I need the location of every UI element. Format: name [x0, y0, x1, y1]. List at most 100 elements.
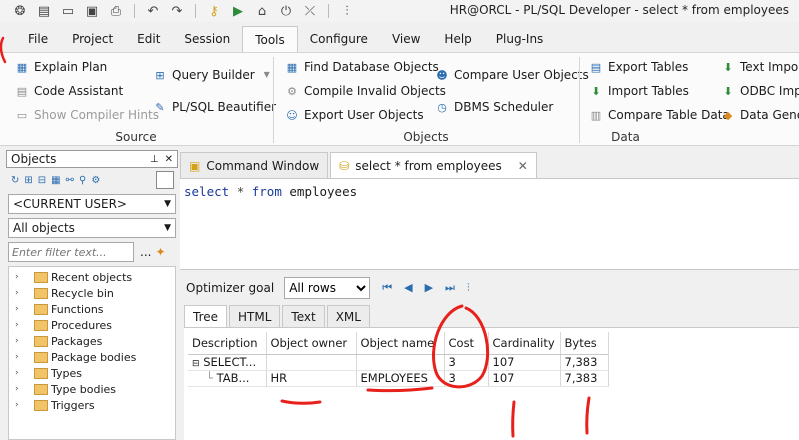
first-icon[interactable]: ⏮ — [382, 281, 392, 295]
previous-icon[interactable]: ◀ — [404, 281, 412, 295]
column-cardinality[interactable]: Cardinality — [488, 332, 561, 355]
column-object-name[interactable]: Object name — [356, 332, 445, 355]
tab-view[interactable]: View — [380, 26, 432, 52]
query-builder-icon: ⊞ — [155, 68, 165, 82]
export-user-icon: ☺ — [286, 108, 298, 122]
window-title: HR@ORCL - PL/SQL Developer - select * fr… — [449, 3, 789, 17]
sql-window-icon: ⛁ — [339, 158, 350, 173]
toolbar-separator — [328, 4, 329, 18]
folder-icon — [34, 399, 48, 411]
binoculars-icon[interactable]: ⚯ — [66, 175, 74, 186]
data-generator-button[interactable]: ◆Data Gener — [720, 107, 799, 123]
explain-plan-grid: Description Object owner Object name Cos… — [184, 327, 799, 440]
tab-html[interactable]: HTML — [229, 305, 281, 327]
new-filter-icon[interactable]: ✦ — [155, 245, 165, 259]
undo-icon[interactable]: ↶ — [143, 2, 163, 20]
optimizer-goal-select[interactable]: All rows — [284, 277, 371, 299]
next-icon[interactable]: ▶ — [425, 281, 433, 295]
break-icon[interactable]: ⏻ — [276, 2, 296, 20]
tree-node-functions[interactable]: › Functions — [9, 301, 175, 317]
tree-node-packages[interactable]: › Packages — [9, 333, 175, 349]
query-builder-button[interactable]: ⊞ Query Builder ▼ — [152, 67, 275, 83]
compare-user-objects-button[interactable]: ☻ Compare User Objects — [434, 67, 588, 83]
close-tab-icon[interactable]: ✕ — [518, 159, 528, 173]
plan-settings-icon[interactable]: ⫶ — [467, 281, 470, 295]
odbc-importer-button[interactable]: ⬇ODBC Impo — [720, 83, 799, 99]
tab-session[interactable]: Session — [172, 26, 242, 52]
settings-icon[interactable]: ⚙ — [91, 175, 100, 186]
chevron-right-icon: › — [15, 352, 19, 362]
refresh-icon[interactable]: ↻ — [11, 175, 19, 186]
open-folder-icon[interactable]: ▭ — [58, 2, 78, 20]
tree-node-recycle-bin[interactable]: › Recycle bin — [9, 285, 175, 301]
column-description[interactable]: Description — [188, 332, 267, 355]
app-icon[interactable]: ❂ — [10, 2, 30, 20]
user-select[interactable]: <CURRENT USER> ▼ — [8, 194, 176, 214]
grid-icon[interactable]: ▦ — [51, 175, 60, 186]
find-objects-icon: ▦ — [286, 60, 298, 74]
tree-node-type-bodies[interactable]: › Type bodies — [9, 381, 175, 397]
tab-xml[interactable]: XML — [326, 305, 370, 327]
compare-table-data-button[interactable]: ▥ Compare Table Data — [588, 107, 730, 123]
column-object-owner[interactable]: Object owner — [266, 332, 357, 355]
tab-sql-window[interactable]: ⛁ select * from employees ✕ — [330, 152, 537, 178]
column-cost[interactable]: Cost — [444, 332, 489, 355]
tab-text[interactable]: Text — [282, 305, 325, 327]
tab-tools[interactable]: Tools — [242, 26, 298, 52]
export-user-objects-button[interactable]: ☺ Export User Objects — [284, 107, 423, 123]
chevron-down-icon: ▼ — [164, 223, 171, 233]
compile-invalid-objects-button[interactable]: ⚙ Compile Invalid Objects — [284, 83, 446, 99]
tab-project[interactable]: Project — [60, 26, 125, 52]
tree-node-procedures[interactable]: › Procedures — [9, 317, 175, 333]
table-row[interactable]: ⊟ SELECT... 3 107 7,383 — [188, 354, 609, 371]
tree-node-recent-objects[interactable]: › Recent objects — [9, 269, 175, 285]
find-database-objects-button[interactable]: ▦ Find Database Objects — [284, 59, 439, 75]
save-icon[interactable]: ▣ — [82, 2, 102, 20]
window-toggle-button[interactable] — [156, 171, 174, 189]
code-assistant-button[interactable]: ▤ Code Assistant — [14, 83, 123, 99]
tab-configure[interactable]: Configure — [298, 26, 380, 52]
tab-edit[interactable]: Edit — [125, 26, 172, 52]
tree-branch-icon: └ — [206, 371, 213, 385]
new-icon[interactable]: ▤ — [34, 2, 54, 20]
customize-icon[interactable]: ⫶ — [337, 2, 357, 20]
tab-command-window[interactable]: ▣ Command Window — [180, 152, 329, 178]
close-icon[interactable]: ✕ — [165, 154, 173, 165]
cancel-icon[interactable]: ⤫ — [300, 2, 320, 20]
collapse-icon[interactable]: ⊟ — [38, 175, 46, 186]
pin-icon[interactable]: ⊥ — [150, 154, 159, 165]
tab-file[interactable]: File — [16, 26, 60, 52]
last-icon[interactable]: ⏭ — [445, 281, 455, 295]
tab-help[interactable]: Help — [432, 26, 483, 52]
tree-collapse-icon[interactable]: ⊟ — [192, 359, 200, 369]
objects-panel: Objects ⊥ ✕ ↻ ⊞ ⊟ ▦ ⚯ ⚲ ⚙ <CURRENT USER> ▼… — [6, 150, 178, 440]
import-tables-button[interactable]: ⬇ Import Tables — [588, 83, 689, 99]
text-importer-button[interactable]: ⬇Text Import — [720, 59, 799, 75]
print-icon[interactable]: ⎙ — [106, 2, 126, 20]
tree-node-package-bodies[interactable]: › Package bodies — [9, 349, 175, 365]
sql-editor[interactable]: select * from employees — [180, 178, 799, 270]
object-type-select[interactable]: All objects ▼ — [8, 218, 176, 238]
tree-node-types[interactable]: › Types — [9, 365, 175, 381]
dbms-scheduler-button[interactable]: ◷ DBMS Scheduler — [434, 99, 553, 115]
table-row[interactable]: └ TAB... HR EMPLOYEES 3 107 7,383 — [188, 370, 609, 387]
show-compiler-hints-button[interactable]: ▭ Show Compiler Hints — [14, 107, 159, 123]
plsql-beautifier-button[interactable]: ✎ PL/SQL Beautifier — [152, 99, 276, 115]
lock-icon[interactable]: ⌂ — [252, 2, 272, 20]
filter-icon[interactable]: ⚲ — [79, 175, 86, 186]
expand-icon[interactable]: ⊞ — [24, 175, 32, 186]
more-button[interactable]: ... — [140, 245, 151, 259]
filter-input[interactable] — [8, 242, 134, 262]
execute-icon[interactable]: ▶ — [228, 2, 248, 20]
command-window-icon: ▣ — [189, 158, 201, 173]
tree-node-triggers[interactable]: › Triggers — [9, 397, 175, 413]
tab-tree[interactable]: Tree — [184, 305, 228, 327]
export-tables-button[interactable]: ▤ Export Tables — [588, 59, 689, 75]
redo-icon[interactable]: ↷ — [167, 2, 187, 20]
column-bytes[interactable]: Bytes — [560, 332, 609, 355]
tab-plug-ins[interactable]: Plug-Ins — [484, 26, 556, 52]
optimizer-toolbar: Optimizer goal All rows ⏮ ◀ ▶ ⏭ ⫶ — [180, 272, 799, 304]
explain-plan-button[interactable]: ▦ Explain Plan — [14, 59, 107, 75]
key-icon[interactable]: ⚷ — [204, 2, 224, 20]
chevron-right-icon: › — [15, 272, 19, 282]
